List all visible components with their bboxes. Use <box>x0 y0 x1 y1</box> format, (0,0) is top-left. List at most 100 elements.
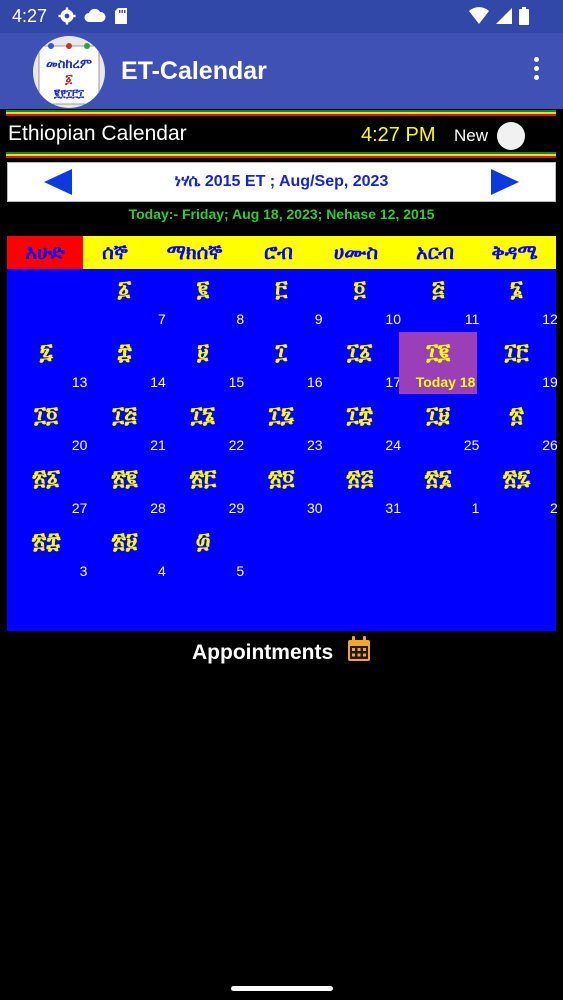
battery-icon <box>519 7 529 30</box>
ethiopian-day-number: ፳፮ <box>424 466 452 491</box>
day-cell[interactable]: ፲፱ 25 <box>399 395 479 457</box>
day-cell[interactable]: ፮ 12 <box>477 269 558 331</box>
day-cell[interactable]: ፬ 10 <box>321 269 401 331</box>
ethiopian-day-number: ፲፫ <box>504 340 529 365</box>
day-cell[interactable]: ፲፬ 20 <box>7 395 87 457</box>
day-cell[interactable]: ፳፬ 30 <box>242 458 322 520</box>
ethiopian-day-number: ፳ <box>509 403 524 428</box>
gear-icon <box>58 7 76 30</box>
ethiopian-day-number: ፩ <box>117 277 132 302</box>
ethiopian-day-number: ፲ <box>275 340 288 365</box>
overflow-menu-icon[interactable] <box>533 57 541 85</box>
weekday-tuesday: ማክሰኞ <box>166 240 223 264</box>
ethiopian-day-number: ፳፪ <box>111 466 138 491</box>
today-info: Today:- Friday; Aug 18, 2023; Nehase 12,… <box>128 206 435 222</box>
ethiopian-day-number: ፯ <box>39 340 53 365</box>
day-cell[interactable]: ፱ 15 <box>164 332 244 394</box>
day-cell[interactable]: ፲፫ 19 <box>477 332 558 394</box>
next-month-button[interactable] <box>491 169 519 195</box>
status-time: 4:27 <box>12 6 48 26</box>
gregorian-day-number: 12 <box>542 311 558 327</box>
day-cell <box>242 521 320 583</box>
ethiopian-day-number: ፲፭ <box>112 403 137 428</box>
day-cell <box>477 521 555 583</box>
ethiopian-day-number: ፳፩ <box>32 466 61 491</box>
ethiopian-day-number: ፳፬ <box>268 466 295 491</box>
day-cell[interactable]: ፫9 <box>242 269 322 331</box>
ethiopian-day-number: ፫ <box>275 277 288 302</box>
day-cell[interactable]: ፳፩ 27 <box>7 458 87 520</box>
calendar-title: Ethiopian Calendar <box>8 122 187 145</box>
ethiopian-day-number: ፴ <box>195 529 211 554</box>
calendar-icon[interactable] <box>347 636 371 668</box>
day-cell[interactable]: ፳፯ 2 <box>477 458 558 520</box>
day-cell <box>399 521 477 583</box>
ethiopian-day-number: ፳፱ <box>111 529 138 554</box>
ethiopian-day-number: ፲፱ <box>426 403 450 428</box>
ethiopian-day-number: ፳፫ <box>189 466 217 491</box>
day-cell[interactable]: ፭ 11 <box>399 269 480 331</box>
cloud-icon <box>84 7 106 30</box>
ethiopian-day-number: ፲፪ <box>426 340 451 365</box>
day-cell[interactable]: ፲ 16 <box>242 332 323 394</box>
day-cell[interactable]: ፳፮ 1 <box>399 458 480 520</box>
gregorian-day-number: 19 <box>542 374 558 390</box>
calendar-grid: እሁድ ሰኞ ማክሰኞ ሮብ ሀሙስ አርብ ቅዳሜ ፩ 7 ፪ 8 ፫ 9 ፬ 10 ፭ 11 ፮ 12 ፯ 13 ፰… <box>7 236 558 631</box>
day-cell <box>7 269 85 331</box>
gregorian-day-number: 2 <box>549 500 558 516</box>
day-cell[interactable]: ፳፭ 31 <box>321 458 401 520</box>
day-cell[interactable]: ፪8 <box>164 269 244 331</box>
day-cell[interactable]: ፳፫ 29 <box>164 458 244 520</box>
home-gesture-bar[interactable] <box>231 986 333 991</box>
day-cell[interactable]: ፩7 <box>85 269 166 331</box>
weekday-wednesday: ሮብ <box>264 240 293 264</box>
new-toggle[interactable] <box>497 122 525 150</box>
day-cell[interactable]: ፲፮ 22 <box>164 395 244 457</box>
day-cell[interactable]: ፲፯ 23 <box>242 395 323 457</box>
ethiopian-day-number: ፲፰ <box>346 403 373 428</box>
ethiopian-day-number: ፲፩ <box>347 340 373 365</box>
ethiopian-day-number: ፬ <box>353 277 366 302</box>
status-bar: 4:27 <box>0 0 563 33</box>
day-cell[interactable]: ፳፰ 3 <box>7 521 88 583</box>
ethiopian-day-number: ፳፰ <box>31 529 61 554</box>
ethiopian-day-number: ፰ <box>117 340 132 365</box>
month-navigation: ነሃሴ 2015 ET ; Aug/Sep, 2023 <box>7 162 556 202</box>
logo-text-line1: መስከረም <box>46 57 92 72</box>
month-label: ነሃሴ 2015 ET ; Aug/Sep, 2023 <box>174 173 389 190</box>
day-cell[interactable]: ፳፪ 28 <box>85 458 165 520</box>
weekday-friday: አርብ <box>416 240 454 264</box>
sd-card-icon <box>114 7 128 30</box>
weekday-sunday: እሁድ <box>7 236 83 269</box>
day-cell[interactable]: ፯ 13 <box>7 332 88 394</box>
day-cell[interactable]: ፴5 <box>164 521 245 583</box>
ethiopian-day-number: ፮ <box>510 277 523 302</box>
clock: 4:27 PM <box>361 124 436 146</box>
signal-icon <box>495 7 513 30</box>
ethiopian-day-number: ፪ <box>196 277 210 302</box>
day-cell[interactable]: ፰ 14 <box>85 332 165 394</box>
day-cell[interactable]: ፳፱ 4 <box>85 521 166 583</box>
appointments-section[interactable]: Appointments <box>0 636 563 668</box>
ethiopian-day-number: ፲፯ <box>268 403 294 428</box>
day-cell-today[interactable]: ፲፪ Today 18 <box>399 332 478 394</box>
weekday-monday: ሰኞ <box>102 240 128 264</box>
gregorian-day-number: Today 18 <box>415 374 476 390</box>
ethiopian-day-number: ፳፯ <box>502 466 531 491</box>
ethiopian-day-number: ፳፭ <box>346 466 374 491</box>
app-logo: መስከረም ፩ ፪፻፲፫፲ <box>33 36 105 108</box>
weekday-thursday: ሀሙስ <box>333 240 379 264</box>
day-cell <box>321 521 399 583</box>
ethiopian-day-number: ፭ <box>431 277 445 302</box>
gregorian-day-number: 26 <box>542 437 558 453</box>
weekday-header: እሁድ ሰኞ ማክሰኞ ሮብ ሀሙስ አርብ ቅዳሜ <box>7 236 556 269</box>
logo-text-line3: ፪፻፲፫፲ <box>53 87 85 100</box>
app-bar: መስከረም ፩ ፪፻፲፫፲ ET-Calendar <box>0 33 563 109</box>
day-cell[interactable]: ፳ 26 <box>477 395 558 457</box>
day-cell[interactable]: ፲፭ 21 <box>85 395 165 457</box>
ethiopian-day-number: ፲፬ <box>34 403 59 428</box>
flag-divider-top <box>6 110 556 116</box>
ethiopian-day-number: ፱ <box>197 340 209 365</box>
day-cell[interactable]: ፲፰ 24 <box>321 395 401 457</box>
day-cell[interactable]: ፲፩ 17 <box>321 332 401 394</box>
